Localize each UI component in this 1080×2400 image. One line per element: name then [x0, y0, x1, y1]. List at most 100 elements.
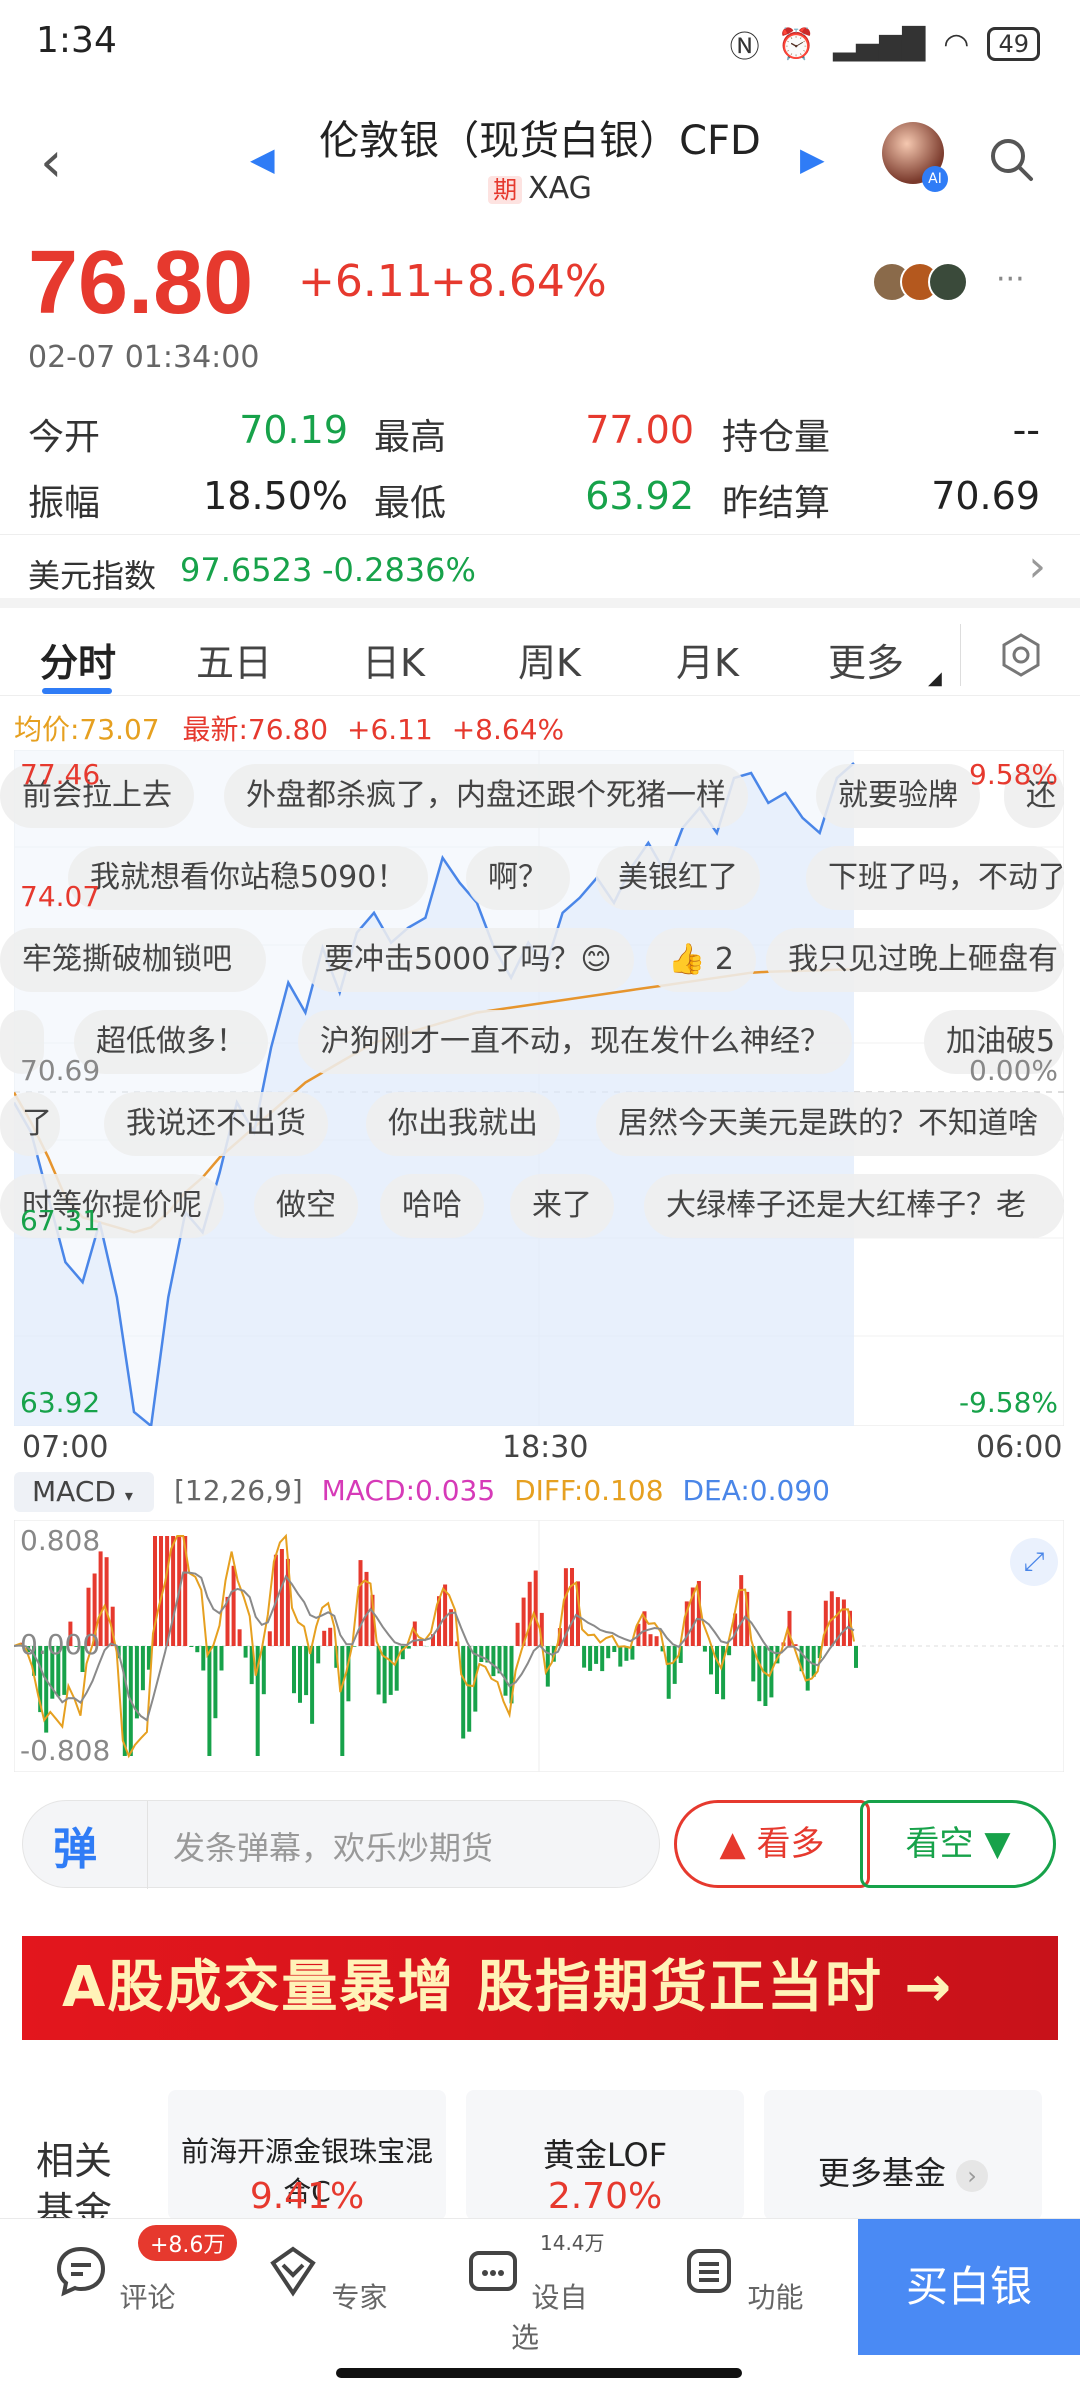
macd-bar: [134, 1646, 139, 1719]
promo-banner[interactable]: A股成交量暴增 股指期货正当时 →: [22, 1936, 1058, 2040]
chart-quote-line: 均价:73.07 最新:76.80 +6.11 +8.64%: [14, 708, 564, 748]
active-tab-underline: [42, 688, 112, 694]
nav-experts[interactable]: 专家: [250, 2241, 400, 2316]
danmaku-bubble[interactable]: 下班了吗，不动了: [806, 846, 1064, 910]
settings-icon[interactable]: [998, 632, 1044, 678]
caret-up-icon: ▲: [719, 1824, 746, 1864]
intraday-chart[interactable]: 前会拉上去 外盘都杀疯了，内盘还跟个死猪一样 就要验牌 还 我就想看你站稳509…: [0, 750, 1064, 1426]
macd-bar: [503, 1646, 508, 1696]
bullish-button[interactable]: ▲ 看多: [674, 1800, 870, 1888]
stat-label: 最高: [374, 417, 447, 458]
danmaku-bubble[interactable]: 你出我就出: [366, 1092, 560, 1156]
nav-add-watchlist[interactable]: 设自选: [450, 2241, 600, 2356]
fund-card[interactable]: 黄金LOF 2.70%: [466, 2090, 744, 2220]
macd-chart[interactable]: 0.808 0.000 -0.808 ⤢: [14, 1520, 1064, 1772]
divider: [960, 624, 961, 686]
bearish-button[interactable]: 看空 ▼: [860, 1800, 1056, 1888]
nav-functions[interactable]: 功能: [666, 2241, 816, 2316]
danmaku-bubble[interactable]: 居然今天美元是跌的？不知道啥: [596, 1092, 1064, 1156]
danmaku-bubble[interactable]: 做空: [254, 1174, 358, 1238]
follower-avatars[interactable]: [872, 262, 968, 302]
signal-icon: ▂▄▆█: [832, 26, 926, 62]
more-icon[interactable]: ···: [996, 262, 1025, 297]
macd-values: [12,26,9] MACD:0.035 DIFF:0.108 DEA:0.09…: [174, 1474, 830, 1507]
macd-bar: [739, 1575, 744, 1646]
macd-bar: [358, 1560, 363, 1646]
danmaku-bubble[interactable]: 美银红了: [596, 846, 760, 910]
corner-triangle-icon: ◢: [928, 668, 942, 689]
avatar: [928, 262, 968, 302]
macd-bar: [207, 1646, 212, 1756]
diff-value: DIFF:0.108: [514, 1474, 664, 1507]
macd-bar: [606, 1646, 611, 1659]
danmaku-bubble[interactable]: 我只见过晚上砸盘有: [766, 928, 1064, 992]
danmaku-bubble[interactable]: 来了: [510, 1174, 614, 1238]
danmaku-input[interactable]: 发条弹幕，欢乐炒期货: [173, 1823, 493, 1869]
y-axis-top: 77.46: [20, 758, 101, 791]
y-axis-mid-high: 74.07: [20, 880, 101, 913]
tab-intraday[interactable]: 分时: [40, 632, 116, 687]
search-icon[interactable]: [988, 136, 1034, 182]
danmaku-bubble[interactable]: 沪狗刚才一直不动，现在发什么神经？: [298, 1010, 852, 1074]
tab-weekly-k[interactable]: 周K: [518, 632, 581, 687]
tab-five-day[interactable]: 五日: [196, 632, 272, 687]
macd-bar: [467, 1646, 472, 1732]
stat-label: 振幅: [28, 483, 101, 524]
danmaku-bubble[interactable]: 外盘都杀疯了，内盘还跟个死猪一样: [224, 764, 748, 828]
macd-bar: [243, 1646, 248, 1658]
stat-value: 18.50%: [203, 474, 348, 518]
macd-bar: [201, 1646, 206, 1671]
macd-bar: [298, 1646, 302, 1703]
macd-bar: [757, 1646, 762, 1702]
expand-icon[interactable]: ⤢: [1010, 1538, 1058, 1586]
macd-value: MACD:0.035: [321, 1474, 496, 1507]
stat-value: 63.92: [585, 474, 694, 518]
indicator-selector[interactable]: MACD ▾: [14, 1472, 154, 1512]
macd-bar: [140, 1646, 145, 1691]
macd-bar: [594, 1646, 599, 1664]
stat-value: 70.69: [931, 474, 1040, 518]
macd-bar: [376, 1646, 381, 1695]
danmaku-bubble[interactable]: 超低做多！: [74, 1010, 268, 1074]
fund-card[interactable]: 前海开源金银珠宝混合C 9.41%: [168, 2090, 446, 2220]
danmaku-bubble[interactable]: 就要验牌: [816, 764, 980, 828]
pct-axis-bottom: -9.58%: [958, 1386, 1058, 1419]
nav-label: 功能: [747, 2281, 804, 2314]
danmaku-bubble[interactable]: 我就想看你站稳5090！: [68, 846, 429, 910]
like-bubble[interactable]: 👍 2: [646, 928, 756, 992]
stat-value: --: [1012, 408, 1040, 452]
macd-bar: [841, 1599, 846, 1646]
danmaku-bubble[interactable]: 大绿棒子还是大红棒子？老: [644, 1174, 1064, 1238]
more-funds-label: 更多基金 ›: [764, 2148, 1042, 2194]
buy-silver-button[interactable]: 买白银: [858, 2219, 1080, 2355]
tab-monthly-k[interactable]: 月K: [676, 632, 739, 687]
like-count: 2: [714, 942, 734, 977]
danmaku-bubble[interactable]: 了: [0, 1092, 60, 1156]
danmaku-toggle-icon[interactable]: 弹: [53, 1813, 127, 1877]
macd-bar: [533, 1570, 538, 1646]
tab-daily-k[interactable]: 日K: [362, 632, 425, 687]
macd-bar: [195, 1646, 200, 1653]
fund-name: 黄金LOF: [542, 2136, 668, 2174]
dollar-index-row[interactable]: 美元指数 97.6523 -0.2836% ›: [0, 534, 1080, 608]
macd-bar: [322, 1630, 327, 1646]
macd-bar: [189, 1646, 194, 1647]
danmaku-bubble[interactable]: 我说还不出货: [104, 1092, 328, 1156]
danmaku-bubble[interactable]: 哈哈: [380, 1174, 484, 1238]
danmaku-bubble[interactable]: 要冲击5000了吗？😊: [302, 928, 634, 992]
tab-more[interactable]: 更多: [828, 632, 904, 687]
macd-bar: [763, 1646, 768, 1706]
macd-bar: [279, 1549, 284, 1646]
watchlist-count: 14.4万: [540, 2231, 605, 2255]
macd-bar: [310, 1646, 315, 1724]
danmaku-bubble[interactable]: 牢笼撕破枷锁吧: [0, 928, 266, 992]
home-indicator[interactable]: [336, 2368, 742, 2378]
macd-bar: [418, 1640, 423, 1646]
stat-label: 最低: [374, 483, 447, 524]
more-funds-card[interactable]: 更多基金 ›: [764, 2090, 1042, 2220]
danmaku-bubble[interactable]: 啊？: [466, 846, 570, 910]
caret-down-icon: ▼: [984, 1824, 1011, 1864]
danmaku-input-bar[interactable]: 弹 发条弹幕，欢乐炒期货: [22, 1800, 660, 1889]
macd-bar: [600, 1646, 605, 1672]
macd-bar: [316, 1646, 321, 1664]
